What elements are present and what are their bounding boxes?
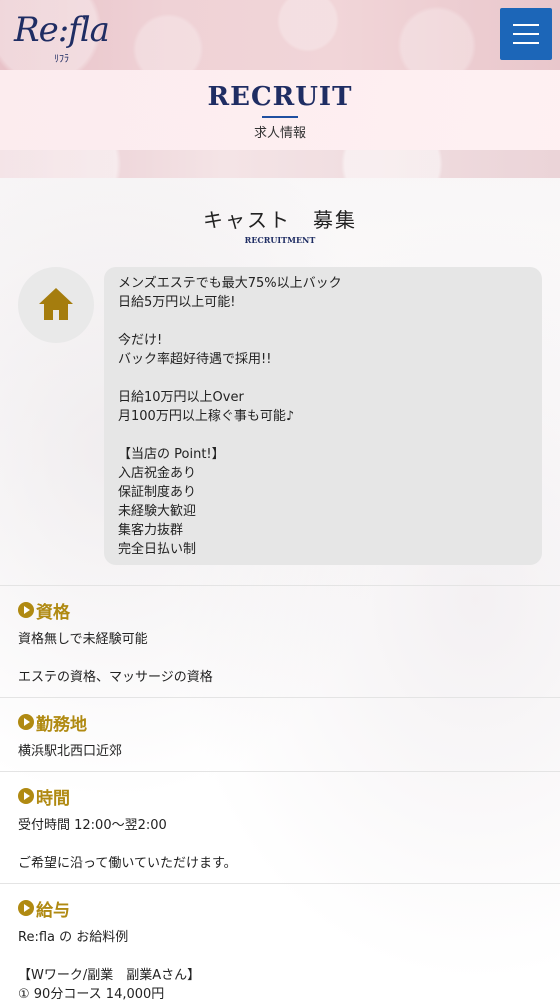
- message-line: 日給5万円以上可能!: [118, 295, 236, 310]
- message-line: バック率超好待遇で採用!!: [118, 352, 272, 367]
- section-line: 受付時間 12:00～翌2:00: [18, 818, 167, 833]
- recruit-subtitle: RECRUITMENT: [244, 235, 316, 245]
- message-line: 【当店の Point!】: [118, 447, 225, 462]
- message-line: 月100万円以上稼ぐ事も可能♪: [118, 409, 295, 424]
- section-line: 資格無しで未経験可能: [18, 632, 148, 647]
- play-circle-icon: [18, 788, 34, 804]
- recruit-title: キャスト 募集: [203, 208, 357, 232]
- section-heading-label: 資格: [36, 602, 70, 623]
- avatar: [18, 267, 94, 343]
- section-body: 受付時間 12:00～翌2:00 ご希望に沿って働いていただけます。: [18, 816, 542, 873]
- detail-section: 給与 Re:fla の お給料例【Wワーク/副業 副業Aさん】 ① 90分コース 1…: [0, 883, 560, 1000]
- section-line: ① 90分コース 14,000円: [18, 987, 165, 1000]
- section-line: [18, 649, 542, 668]
- section-line: [18, 947, 542, 966]
- message-line: メンズエステでも最大75%以上バック: [118, 276, 342, 291]
- section-heading-label: 勤務地: [36, 714, 87, 735]
- section-line: [18, 835, 542, 854]
- play-circle-icon: [18, 714, 34, 730]
- title-divider: [262, 116, 298, 118]
- section-body: 横浜駅北西口近郊: [18, 742, 542, 761]
- message-line: 日給10万円以上Over: [118, 390, 244, 405]
- detail-section: 時間受付時間 12:00～翌2:00 ご希望に沿って働いていただけます。: [0, 771, 560, 883]
- home-icon: [39, 288, 73, 320]
- message-bubble: メンズエステでも最大75%以上バック 日給5万円以上可能! 今だけ! バック率超好待遇…: [104, 267, 542, 565]
- site-header: Re:fla ﾘﾌﾗ: [0, 0, 560, 70]
- detail-section: 勤務地横浜駅北西口近郊: [0, 697, 560, 771]
- message-line: 集客力抜群: [118, 523, 184, 538]
- message-line: [118, 426, 528, 445]
- section-line: 横浜駅北西口近郊: [18, 744, 123, 759]
- logo-subtitle: ﾘﾌﾗ: [54, 54, 69, 65]
- section-heading: 給与: [18, 896, 542, 921]
- section-heading: 勤務地: [18, 710, 542, 735]
- section-heading-label: 時間: [36, 788, 70, 809]
- message-line: 入店祝金あり: [118, 466, 197, 481]
- section-body: 資格無しで未経験可能エステの資格、マッサージの資格: [18, 630, 542, 687]
- page-title: RECRUIT: [207, 82, 353, 112]
- section-heading-label: 給与: [36, 900, 70, 921]
- section-line: 【Wワーク/副業 副業Aさん】: [18, 968, 201, 983]
- section-line: Re:fla の お給料例: [18, 930, 129, 945]
- page-title-band: RECRUIT 求人情報: [0, 70, 560, 150]
- message-line: 未経験大歓迎: [118, 504, 197, 519]
- recruit-message: メンズエステでも最大75%以上バック 日給5万円以上可能! 今だけ! バック率超好待遇…: [0, 267, 560, 585]
- play-circle-icon: [18, 900, 34, 916]
- message-line: 今だけ!: [118, 333, 163, 348]
- message-line: 保証制度あり: [118, 485, 197, 500]
- recruit-details: 資格資格無しで未経験可能エステの資格、マッサージの資格勤務地横浜駅北西口近郊時間…: [0, 585, 560, 1000]
- decorative-banner: [0, 150, 560, 178]
- hamburger-menu-icon: [513, 24, 539, 26]
- detail-section: 資格資格無しで未経験可能エステの資格、マッサージの資格: [0, 585, 560, 697]
- main-content: キャスト 募集 RECRUITMENT メンズエステでも最大75%以上バック 日給…: [0, 178, 560, 1000]
- play-circle-icon: [18, 602, 34, 618]
- section-line: エステの資格、マッサージの資格: [18, 670, 213, 685]
- site-logo[interactable]: Re:fla: [14, 10, 110, 50]
- message-line: [118, 369, 528, 388]
- section-heading: 時間: [18, 784, 542, 809]
- message-line: [118, 312, 528, 331]
- page-title-jp: 求人情報: [253, 126, 306, 141]
- section-body: Re:fla の お給料例【Wワーク/副業 副業Aさん】 ① 90分コース 14,…: [18, 928, 542, 1000]
- message-line: 完全日払い制: [118, 542, 197, 557]
- menu-button[interactable]: [500, 8, 552, 60]
- section-line: ご希望に沿って働いていただけます。: [18, 856, 237, 871]
- section-heading: 資格: [18, 598, 542, 623]
